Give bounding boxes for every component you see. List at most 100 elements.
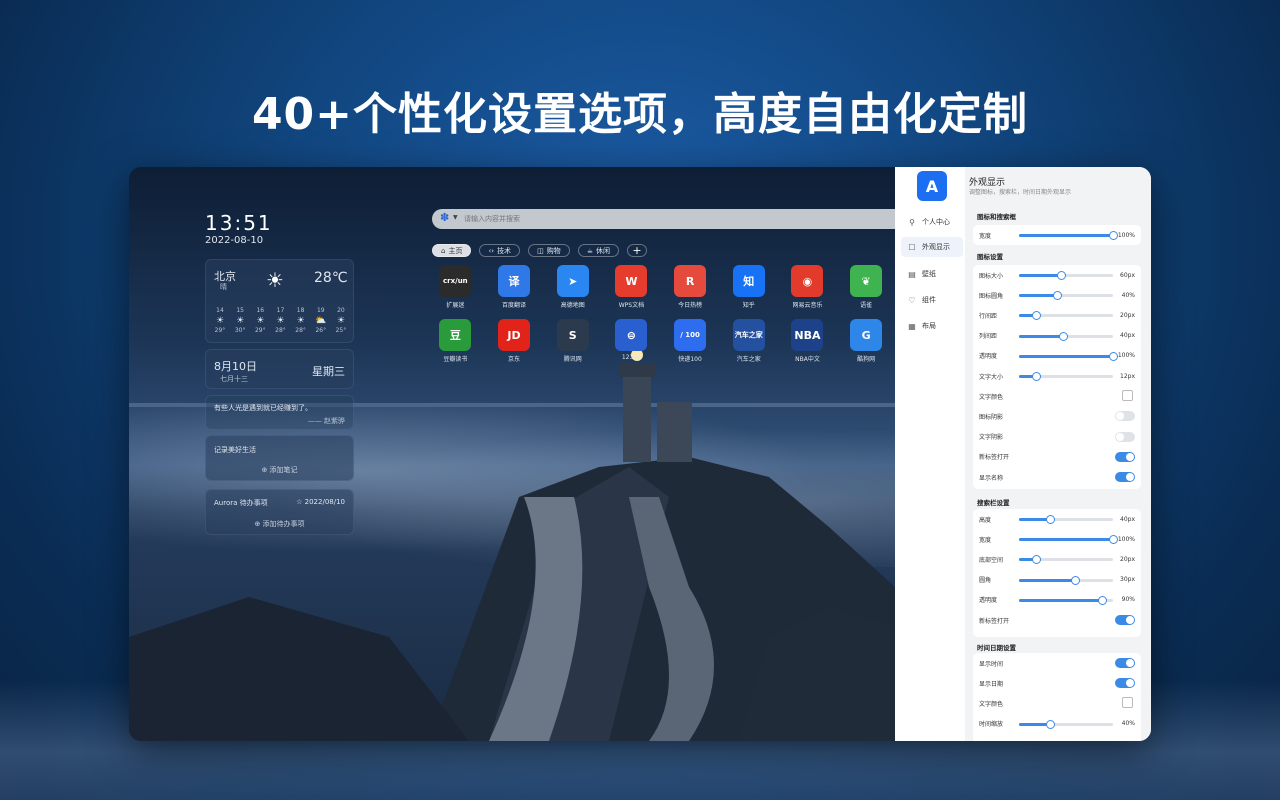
app-shortcut[interactable]: JD京东 bbox=[485, 319, 544, 363]
toggle-switch[interactable] bbox=[1115, 658, 1135, 668]
slider-handle[interactable] bbox=[1071, 576, 1080, 585]
sun-icon: ☀ bbox=[291, 316, 311, 326]
setting-label: 透明度 bbox=[979, 595, 1019, 604]
slider-track[interactable] bbox=[1019, 518, 1113, 521]
toggle-switch[interactable] bbox=[1115, 472, 1135, 482]
app-shortcut[interactable]: crx/un扩展迷 bbox=[426, 265, 485, 309]
app-icon: ❦ bbox=[850, 265, 882, 297]
app-shortcut[interactable]: / 100快递100 bbox=[661, 319, 720, 363]
add-tab-button[interactable]: + bbox=[627, 244, 647, 257]
slider-track[interactable] bbox=[1019, 579, 1113, 582]
slider-value: 100% bbox=[1118, 352, 1135, 359]
slider-handle[interactable] bbox=[1109, 352, 1118, 361]
tab-tech[interactable]: ‹›技术 bbox=[479, 244, 520, 257]
slider-track[interactable] bbox=[1019, 599, 1113, 602]
app-name: NBA中文 bbox=[795, 354, 820, 363]
tab-home[interactable]: ⌂主页 bbox=[432, 244, 471, 257]
setting-row: 图标阴影 bbox=[979, 410, 1139, 422]
nav-appearance[interactable]: ☐外观显示 bbox=[901, 237, 963, 257]
sun-icon: ☀ bbox=[270, 316, 290, 326]
app-shortcut[interactable]: ⊜12306 bbox=[602, 319, 661, 363]
setting-label: 底部空间 bbox=[979, 555, 1019, 564]
slider-handle[interactable] bbox=[1046, 515, 1055, 524]
slider-value: 20px bbox=[1120, 556, 1135, 563]
weather-widget[interactable]: 北京 晴 ☀ 28℃ 14☀29° 15☀30° 16☀29° 17☀28° 1… bbox=[205, 259, 354, 343]
app-shortcut[interactable]: ◉网易云音乐 bbox=[778, 265, 837, 309]
search-input[interactable] bbox=[464, 212, 864, 226]
app-shortcut[interactable]: WWPS文档 bbox=[602, 265, 661, 309]
tab-shopping[interactable]: ◫购物 bbox=[528, 244, 570, 257]
nav-wallpaper[interactable]: ▤壁纸 bbox=[901, 264, 963, 284]
slider-track[interactable] bbox=[1019, 723, 1113, 726]
slider-track[interactable] bbox=[1019, 538, 1113, 541]
nav-layout[interactable]: ▦布局 bbox=[901, 316, 963, 336]
slider-track[interactable] bbox=[1019, 375, 1113, 378]
slider-value: 40% bbox=[1122, 292, 1135, 299]
slider-handle[interactable] bbox=[1053, 291, 1062, 300]
newtab-page: 13:51 2022-08-10 北京 晴 ☀ 28℃ 14☀29° 15☀30… bbox=[129, 167, 895, 741]
app-icon: 汽车之家 bbox=[733, 319, 765, 351]
slider-track[interactable] bbox=[1019, 355, 1113, 358]
tab-leisure[interactable]: ☕休闲 bbox=[578, 244, 619, 257]
slider-handle[interactable] bbox=[1032, 311, 1041, 320]
quote-widget: 有些人光是遇到就已经赚到了。 —— 赵紫骅 bbox=[205, 395, 354, 430]
setting-label: 圆角 bbox=[979, 575, 1019, 584]
app-name: 扩展迷 bbox=[446, 300, 464, 309]
app-name: 汽车之家 bbox=[737, 354, 761, 363]
slider-value: 40px bbox=[1120, 332, 1135, 339]
slider-handle[interactable] bbox=[1109, 231, 1118, 240]
add-todo-button[interactable]: ⊕ 添加待办事项 bbox=[206, 519, 353, 529]
toggle-switch[interactable] bbox=[1115, 678, 1135, 688]
app-shortcut[interactable]: S腾讯网 bbox=[543, 319, 602, 363]
slider-track[interactable] bbox=[1019, 234, 1113, 237]
sun-icon: ☀ bbox=[230, 316, 250, 326]
slider-handle[interactable] bbox=[1046, 720, 1055, 729]
slider-track[interactable] bbox=[1019, 558, 1113, 561]
color-swatch[interactable] bbox=[1122, 697, 1133, 708]
app-shortcut[interactable]: 知知乎 bbox=[719, 265, 778, 309]
slider-handle[interactable] bbox=[1098, 596, 1107, 605]
app-name: 今日热榜 bbox=[678, 300, 702, 309]
app-icon: W bbox=[615, 265, 647, 297]
app-shortcut[interactable]: 汽车之家汽车之家 bbox=[719, 319, 778, 363]
chevron-down-icon[interactable]: ▼ bbox=[453, 214, 458, 221]
setting-row: 透明度100% bbox=[979, 350, 1139, 362]
app-shortcut[interactable]: G酷狗网 bbox=[837, 319, 895, 363]
slider-handle[interactable] bbox=[1057, 271, 1066, 280]
setting-row: 新标签打开 bbox=[979, 614, 1139, 626]
app-shortcut[interactable]: ➤高德地图 bbox=[543, 265, 602, 309]
slider-track[interactable] bbox=[1019, 294, 1113, 297]
setting-row: 图标圆角40% bbox=[979, 289, 1139, 301]
calendar-date: 8月10日 bbox=[214, 358, 257, 374]
toggle-switch[interactable] bbox=[1115, 411, 1135, 421]
nav-profile[interactable]: ⚲个人中心 bbox=[901, 212, 963, 232]
slider-handle[interactable] bbox=[1059, 332, 1068, 341]
baidu-paw-icon[interactable]: ✽ bbox=[440, 211, 449, 224]
add-note-button[interactable]: ⊕ 添加笔记 bbox=[206, 465, 353, 475]
toggle-switch[interactable] bbox=[1115, 452, 1135, 462]
notes-title: 记录美好生活 bbox=[214, 445, 256, 455]
app-icon: ⊜ bbox=[615, 319, 647, 351]
slider-fill bbox=[1019, 579, 1075, 582]
forecast-day: 17☀28° bbox=[270, 306, 290, 336]
slider-track[interactable] bbox=[1019, 274, 1113, 277]
slider-handle[interactable] bbox=[1032, 372, 1041, 381]
toggle-switch[interactable] bbox=[1115, 615, 1135, 625]
app-shortcut[interactable]: NBANBA中文 bbox=[778, 319, 837, 363]
app-shortcut[interactable]: ❦语雀 bbox=[837, 265, 895, 309]
app-shortcut[interactable]: 译百度翻译 bbox=[485, 265, 544, 309]
calendar-widget[interactable]: 8月10日 七月十三 星期三 bbox=[205, 349, 354, 389]
nav-components[interactable]: ♡组件 bbox=[901, 290, 963, 310]
slider-handle[interactable] bbox=[1032, 555, 1041, 564]
app-icon: ➤ bbox=[557, 265, 589, 297]
coffee-icon: ☕ bbox=[587, 247, 593, 255]
slider-handle[interactable] bbox=[1109, 535, 1118, 544]
app-grid: crx/un扩展迷译百度翻译➤高德地图WWPS文档R今日热榜知知乎◉网易云音乐 ❦… bbox=[426, 265, 886, 363]
toggle-switch[interactable] bbox=[1115, 432, 1135, 442]
slider-track[interactable] bbox=[1019, 335, 1113, 338]
user-icon: ⚲ bbox=[907, 218, 917, 227]
app-shortcut[interactable]: R今日热榜 bbox=[661, 265, 720, 309]
color-swatch[interactable] bbox=[1122, 390, 1133, 401]
slider-track[interactable] bbox=[1019, 314, 1113, 317]
app-shortcut[interactable]: 豆豆瓣读书 bbox=[426, 319, 485, 363]
